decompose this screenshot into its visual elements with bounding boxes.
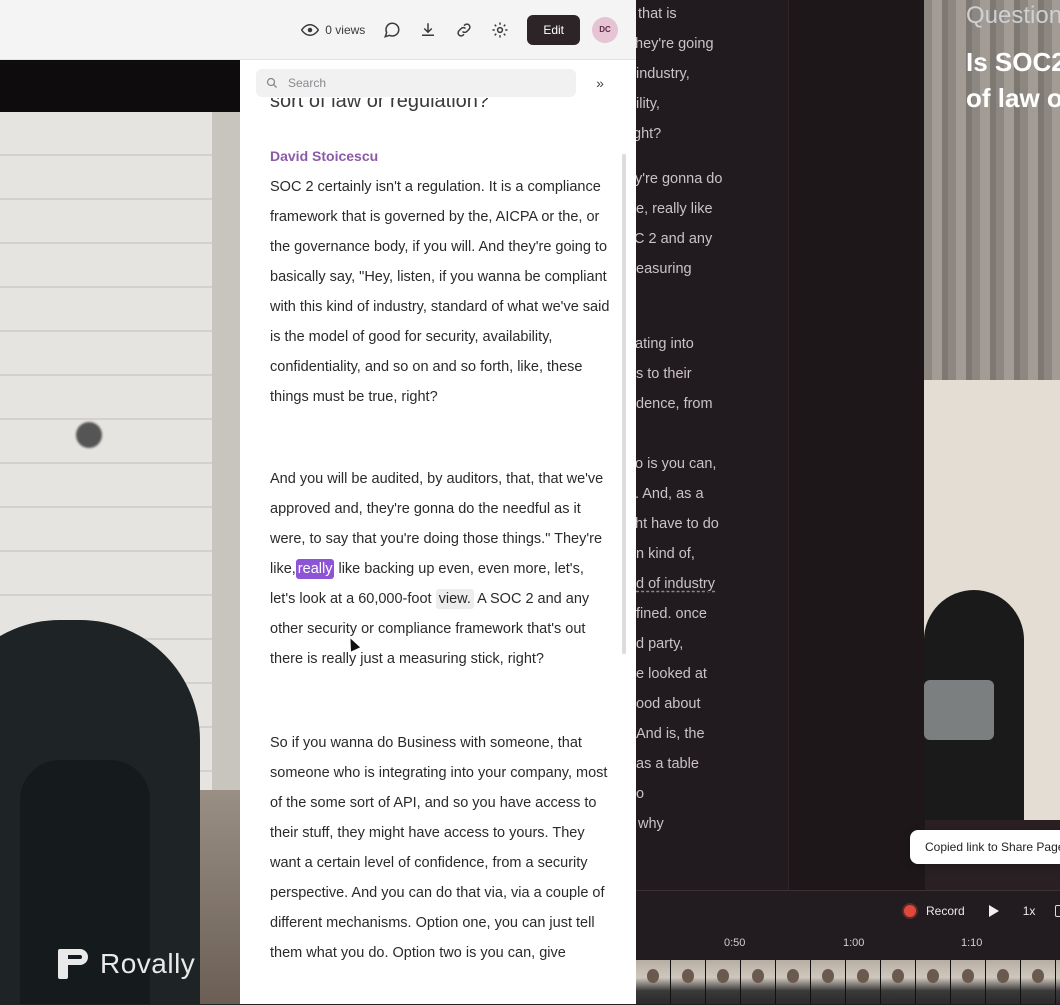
dark-transcript-line: o xyxy=(636,786,645,802)
dark-transcript-line: n kind of, xyxy=(636,546,695,562)
filmstrip-frame[interactable] xyxy=(1056,960,1060,1004)
question-label: Question xyxy=(966,2,1060,29)
hovered-word[interactable]: view. xyxy=(435,589,474,609)
dark-transcript-line: ood about xyxy=(636,696,701,712)
dark-transcript-line: ating into xyxy=(636,336,694,352)
dark-transcript-line: dence, from xyxy=(636,396,713,412)
download-icon xyxy=(419,21,437,39)
copy-link-button[interactable] xyxy=(455,21,473,39)
toast-notification: Copied link to Share Page xyxy=(910,830,1060,864)
filmstrip-frame[interactable] xyxy=(706,960,741,1004)
filmstrip-frame[interactable] xyxy=(916,960,951,1004)
right-video-feed xyxy=(924,0,1060,820)
brand-name: Rovally xyxy=(100,948,196,979)
dark-transcript-column: that is hey're going industry, ility, ght? y'… xyxy=(636,0,788,890)
dark-transcript-line: fined. once xyxy=(636,606,707,622)
play-icon[interactable] xyxy=(988,905,999,917)
video-device xyxy=(924,680,994,740)
dark-transcript-line: easuring xyxy=(636,261,692,277)
settings-button[interactable] xyxy=(491,21,509,39)
link-icon xyxy=(455,21,473,39)
top-toolbar: 0 views Edit DC xyxy=(0,0,636,60)
dark-transcript-line: e looked at xyxy=(636,666,707,682)
search-input[interactable] xyxy=(286,75,550,91)
video-background-spot xyxy=(76,422,102,448)
download-button[interactable] xyxy=(419,21,437,39)
dark-transcript-line: o is you can, xyxy=(636,456,717,472)
dark-transcript-line: . And, as a xyxy=(636,486,704,502)
left-video-feed xyxy=(0,60,240,1004)
dark-transcript-line: C 2 and any xyxy=(636,231,713,247)
picture-in-picture-icon[interactable] xyxy=(1055,905,1060,917)
dark-transcript-line: e, really like xyxy=(636,201,713,217)
search-row: » xyxy=(256,68,620,98)
filmstrip-frame[interactable] xyxy=(776,960,811,1004)
dark-transcript-gutter xyxy=(788,0,925,890)
eye-icon xyxy=(301,21,320,39)
speaker-name[interactable]: David Stoicescu xyxy=(270,148,378,164)
question-text: Is SOC2 of law o xyxy=(966,44,1060,116)
player-controls: Record 1x xyxy=(904,904,1060,918)
search-box[interactable] xyxy=(256,69,576,97)
filmstrip-frame[interactable] xyxy=(846,960,881,1004)
video-letterbox xyxy=(0,60,240,112)
timeline-tick: 1:00 xyxy=(843,937,865,949)
transcript-paragraph[interactable]: And you will be audited, by auditors, th… xyxy=(270,464,610,674)
dark-transcript-line: ght? xyxy=(636,126,662,142)
dark-transcript-line: d of industry xyxy=(636,576,715,592)
gear-icon xyxy=(491,21,509,39)
highlighted-word[interactable]: really xyxy=(295,559,335,579)
brand-logo-icon xyxy=(58,949,90,979)
question-text-line: Is SOC2 xyxy=(966,47,1060,77)
avatar[interactable]: DC xyxy=(592,16,618,43)
brand-logo: Rovally xyxy=(58,948,195,980)
dark-transcript-line: s to their xyxy=(636,366,692,382)
filmstrip-frame[interactable] xyxy=(881,960,916,1004)
filmstrip-frame[interactable] xyxy=(986,960,1021,1004)
transcript-panel: sort of law or regulation? » David Stoic… xyxy=(240,60,636,1004)
dark-transcript-line: d party, xyxy=(636,636,684,652)
transcript-paragraph[interactable]: SOC 2 certainly isn't a regulation. It i… xyxy=(270,172,610,412)
record-icon[interactable] xyxy=(904,905,916,917)
question-text-line: of law o xyxy=(966,83,1060,113)
dark-transcript-line: hey're going xyxy=(636,36,714,52)
filmstrip-frame[interactable] xyxy=(811,960,846,1004)
dark-transcript-line: that is xyxy=(638,6,677,22)
dark-transcript-line: ht have to do xyxy=(636,516,719,532)
comment-icon xyxy=(383,21,401,39)
filmstrip-frame[interactable] xyxy=(741,960,776,1004)
collapse-panel-button[interactable]: » xyxy=(590,75,610,91)
views-label: 0 views xyxy=(325,22,366,37)
timeline-tick: 1:10 xyxy=(961,937,983,949)
comment-button[interactable] xyxy=(383,21,401,39)
timeline-tick: 0:50 xyxy=(724,937,746,949)
transcript-scrollbar[interactable] xyxy=(622,154,626,654)
record-label[interactable]: Record xyxy=(926,904,965,918)
video-background-edge xyxy=(212,112,240,812)
filmstrip-frame[interactable] xyxy=(951,960,986,1004)
dark-transcript-line: why xyxy=(638,816,664,832)
filmstrip-frame[interactable] xyxy=(671,960,706,1004)
edit-button[interactable]: Edit xyxy=(527,14,580,45)
dark-transcript-line: industry, xyxy=(636,66,690,82)
playback-speed[interactable]: 1x xyxy=(1023,904,1036,918)
dark-transcript-line: And is, the xyxy=(636,726,705,742)
search-icon xyxy=(266,77,277,88)
filmstrip-frame[interactable] xyxy=(636,960,671,1004)
views-counter[interactable]: 0 views xyxy=(301,21,365,39)
transcript-paragraph[interactable]: So if you wanna do Business with someone… xyxy=(270,728,610,968)
dark-transcript-line: y're gonna do xyxy=(636,171,723,187)
timeline-filmstrip[interactable] xyxy=(636,960,1060,1004)
dark-transcript-line: as a table xyxy=(636,756,699,772)
dark-transcript-line: ility, xyxy=(636,96,660,112)
filmstrip-frame[interactable] xyxy=(1021,960,1056,1004)
